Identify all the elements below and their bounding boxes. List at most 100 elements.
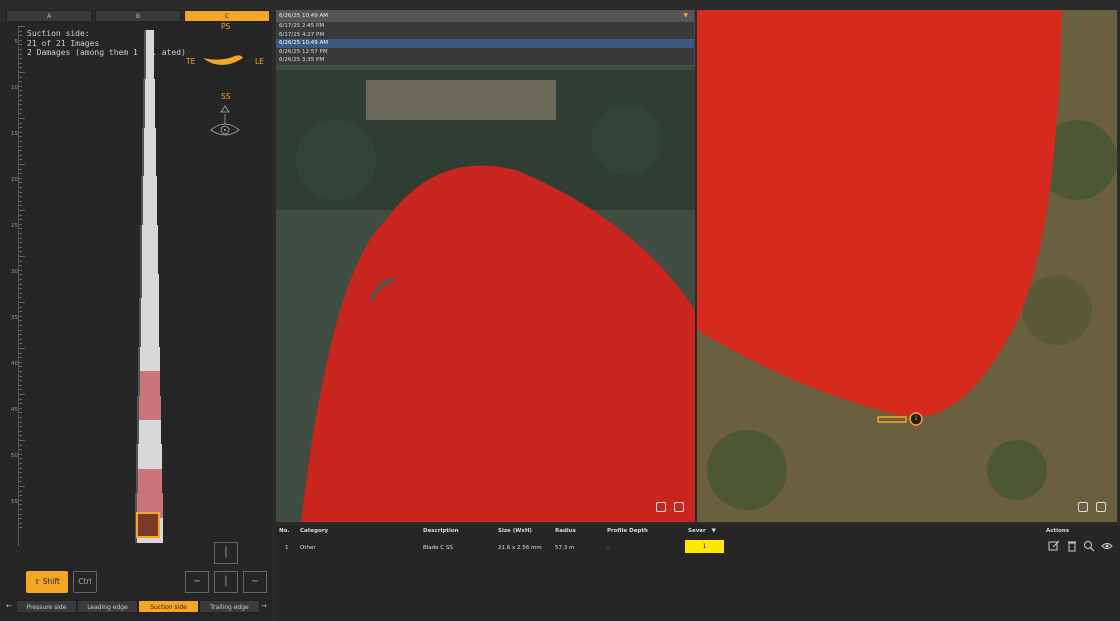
blade-image-segment[interactable] (141, 176, 157, 202)
tab-suction-side[interactable]: Suction side (138, 600, 199, 613)
ruler-tick-label: 55 (11, 499, 18, 505)
view-icon[interactable] (1101, 540, 1113, 552)
blade-image-segment[interactable] (136, 420, 162, 446)
fullscreen-icon-right-b[interactable] (1096, 502, 1106, 512)
ruler-tick-mark (19, 495, 22, 497)
selected-segment[interactable] (136, 512, 160, 538)
tab-blade-c[interactable]: C (184, 10, 270, 22)
cell-profile-depth: - (607, 545, 609, 551)
ruler-tick-mark (19, 430, 22, 432)
date-option[interactable]: 6/17/25 4:27 PM (276, 31, 694, 40)
prev-side-arrow-icon[interactable]: ← (6, 600, 16, 613)
ruler-tick-mark (19, 297, 22, 299)
nav-right-button[interactable]: ─ (243, 571, 267, 593)
blade-image-segment[interactable] (139, 298, 159, 324)
header-severity[interactable]: Sever ▼ (688, 528, 716, 534)
nav-up-button[interactable]: │ (214, 542, 238, 564)
blade-image-segment[interactable] (138, 346, 160, 373)
date-option[interactable]: 6/26/25 3:35 PM (276, 56, 694, 65)
fullscreen-icon-left-b[interactable] (674, 502, 684, 512)
ruler-tick-mark (19, 522, 22, 524)
label-le: LE (255, 57, 264, 66)
date-options-list[interactable]: 6/17/25 2:45 PM 6/17/25 4:27 PM 6/26/25 … (276, 22, 694, 65)
ruler-tick-mark (19, 458, 22, 460)
blade-image-segment[interactable] (143, 54, 155, 80)
ruler-tick-mark (19, 490, 22, 492)
blade-image-segment[interactable] (138, 322, 160, 348)
ruler-tick-mark (19, 306, 22, 308)
blade-image-segment[interactable] (139, 273, 159, 300)
nav-center-button[interactable]: │ (214, 571, 238, 593)
cell-category: Other (300, 545, 316, 551)
blade-image-segment[interactable] (141, 151, 157, 178)
tab-blade-a[interactable]: A (6, 10, 92, 22)
blade-image-segment[interactable] (139, 249, 159, 275)
ruler-tick-mark (19, 509, 22, 510)
blade-image-segment[interactable] (136, 444, 162, 470)
date-select-value: 6/26/25 10:49 AM (279, 13, 329, 19)
cell-size: 21.6 x 2.56 mm (498, 545, 542, 551)
date-select[interactable]: 6/26/25 10:49 AM ▼ (276, 10, 694, 22)
ruler-tick-mark (19, 357, 22, 359)
ruler-tick-mark (19, 95, 22, 96)
ruler-tick-mark (19, 421, 22, 423)
shift-label: Shift (42, 577, 60, 586)
cell-severity[interactable]: 1 (685, 540, 724, 553)
edit-icon[interactable] (1048, 540, 1060, 552)
inspection-image-right[interactable]: 1 (697, 10, 1117, 522)
tab-blade-b[interactable]: B (95, 10, 181, 22)
ruler-tick-mark (19, 389, 22, 391)
blade-image-segment[interactable] (144, 30, 154, 56)
date-option[interactable]: 6/26/25 12:57 PM (276, 48, 694, 57)
delete-icon[interactable] (1066, 540, 1078, 552)
ruler-tick-mark (19, 233, 22, 234)
ruler-tick-mark (19, 136, 22, 138)
ruler-tick-mark (19, 256, 25, 257)
blade-image-segment[interactable] (137, 395, 161, 422)
inspection-image-left[interactable] (276, 10, 695, 522)
ruler-tick-mark (19, 127, 22, 129)
blade-image-segment[interactable] (137, 371, 161, 397)
blade-image-segment[interactable] (140, 225, 158, 251)
ruler-tick-mark (19, 131, 22, 133)
blade-image-segment[interactable] (135, 468, 163, 495)
ruler-tick-mark (19, 320, 22, 322)
fullscreen-icon-right-a[interactable] (1078, 502, 1088, 512)
shift-button[interactable]: ⇧ Shift (26, 571, 68, 593)
ruler-tick-mark (19, 154, 22, 156)
tab-trailing-edge[interactable]: Trailing edge (199, 600, 260, 613)
blade-image-segment[interactable] (140, 200, 158, 227)
blade-closeup-image (697, 10, 1117, 522)
nav-left-button[interactable]: ─ (185, 571, 209, 593)
chevron-down-icon: ▼ (683, 12, 688, 19)
ruler-tick-mark (19, 292, 22, 294)
ruler-tick-mark (19, 113, 22, 115)
zoom-icon[interactable] (1083, 540, 1095, 552)
next-side-arrow-icon[interactable]: → (261, 600, 271, 613)
damage-marker-label[interactable]: 1 (911, 413, 921, 425)
date-option-selected[interactable]: 6/26/25 10:49 AM (276, 39, 694, 48)
ruler-tick-mark (19, 302, 25, 303)
label-ss: SS (221, 92, 231, 101)
blade-image-segment[interactable] (142, 103, 156, 129)
shift-arrow-icon: ⇧ (34, 577, 43, 586)
ruler-tick-mark (19, 440, 25, 441)
ruler-tick-mark (19, 85, 22, 87)
tab-leading-edge[interactable]: Leading edge (77, 600, 138, 613)
blade-image-segment[interactable] (142, 127, 156, 153)
ctrl-button[interactable]: Ctrl (73, 571, 97, 593)
ruler-tick-mark (19, 159, 22, 161)
blade-image-segment[interactable] (143, 78, 155, 105)
blade-strip[interactable] (128, 30, 168, 543)
ruler-tick-mark (19, 44, 22, 46)
ruler-tick-mark (19, 76, 22, 78)
tab-pressure-side[interactable]: Pressure side (16, 600, 77, 613)
ruler-tick-mark (19, 504, 22, 506)
ruler-tick-mark (19, 325, 22, 326)
header-radius: Radius (555, 528, 576, 534)
ruler-tick-mark (19, 237, 22, 239)
ruler-tick-mark (19, 141, 22, 142)
ruler-tick-mark (19, 384, 22, 386)
date-option[interactable]: 6/17/25 2:45 PM (276, 22, 694, 31)
fullscreen-icon-left-a[interactable] (656, 502, 666, 512)
